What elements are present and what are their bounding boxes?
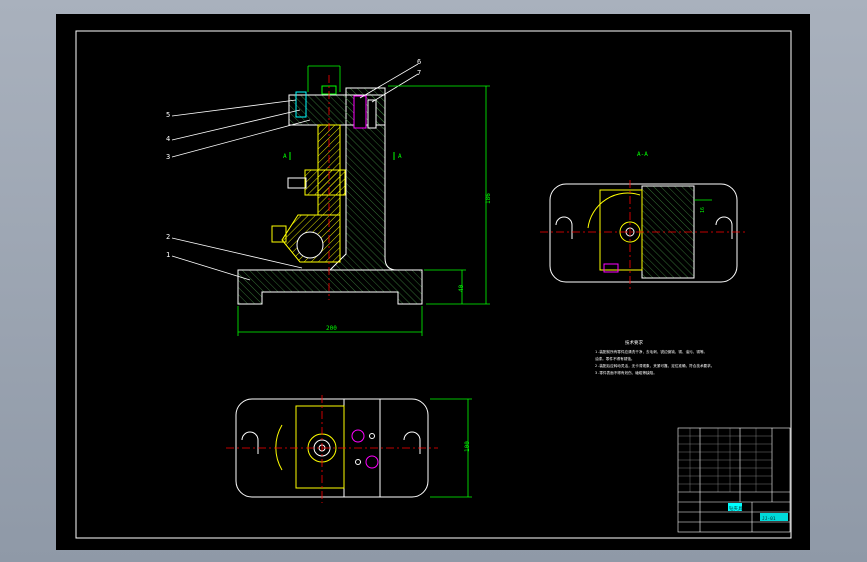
notes-line-4: 3.零件表面不得有划伤、磕碰等缺陷。 [595, 370, 657, 375]
dim-section-small: 16 [700, 207, 706, 213]
dim-plan-depth: 100 [464, 441, 471, 452]
balloon-3: 3 [166, 153, 170, 161]
drawing-frame [75, 30, 792, 539]
workpiece [296, 231, 324, 259]
dim-base-height: 40 [458, 284, 465, 292]
section-clamp [599, 189, 643, 271]
notes-line-1: 1.装配前所有零件应清洗干净，去毛刺、锐边倒钝、锈、油污、锈等。 [595, 349, 707, 354]
technical-notes: 技术要求 1.装配前所有零件应清洗干净，去毛刺、锐边倒钝、锈、油污、锈等。 油漆… [595, 339, 714, 375]
plan-view: 100 [226, 395, 472, 503]
dim-base-width: 200 [326, 325, 337, 332]
base-plate [237, 269, 423, 305]
balloon-2: 2 [166, 233, 170, 241]
dim-total-height: 186 [485, 193, 492, 204]
notes-title: 技术要求 [625, 339, 643, 346]
balloon-4: 4 [166, 135, 170, 143]
front-section-view: A A [237, 75, 423, 305]
balloon-6: 6 [417, 58, 421, 66]
title-drawing-name: 钻夹具 [729, 505, 743, 512]
balloon-1: 1 [166, 251, 170, 259]
screw-6 [353, 95, 367, 129]
balloon-7: 7 [417, 69, 421, 77]
notes-line-3: 2.装配后应转动灵活，无卡滞现象，夹紧可靠，定位准确，符合技术要求。 [595, 363, 714, 368]
drawing-canvas: A A 5 4 3 2 1 6 7 200 186 40 A-A 16 100 … [75, 30, 792, 539]
pin-7 [367, 99, 377, 129]
title-drawing-code: JJ-01 [762, 516, 776, 522]
section-a-a-view: A-A 16 [540, 151, 748, 290]
balloon-5: 5 [166, 111, 170, 119]
cad-viewport[interactable]: A A 5 4 3 2 1 6 7 200 186 40 A-A 16 100 … [0, 0, 867, 562]
section-label: A-A [637, 151, 648, 158]
clamp-block [304, 169, 346, 196]
notes-line-2: 油漆。零件不得有锈蚀。 [595, 356, 635, 361]
cut-mark-right: A [398, 153, 402, 160]
cut-mark-left: A [283, 153, 287, 160]
clamp-screw [287, 177, 307, 189]
